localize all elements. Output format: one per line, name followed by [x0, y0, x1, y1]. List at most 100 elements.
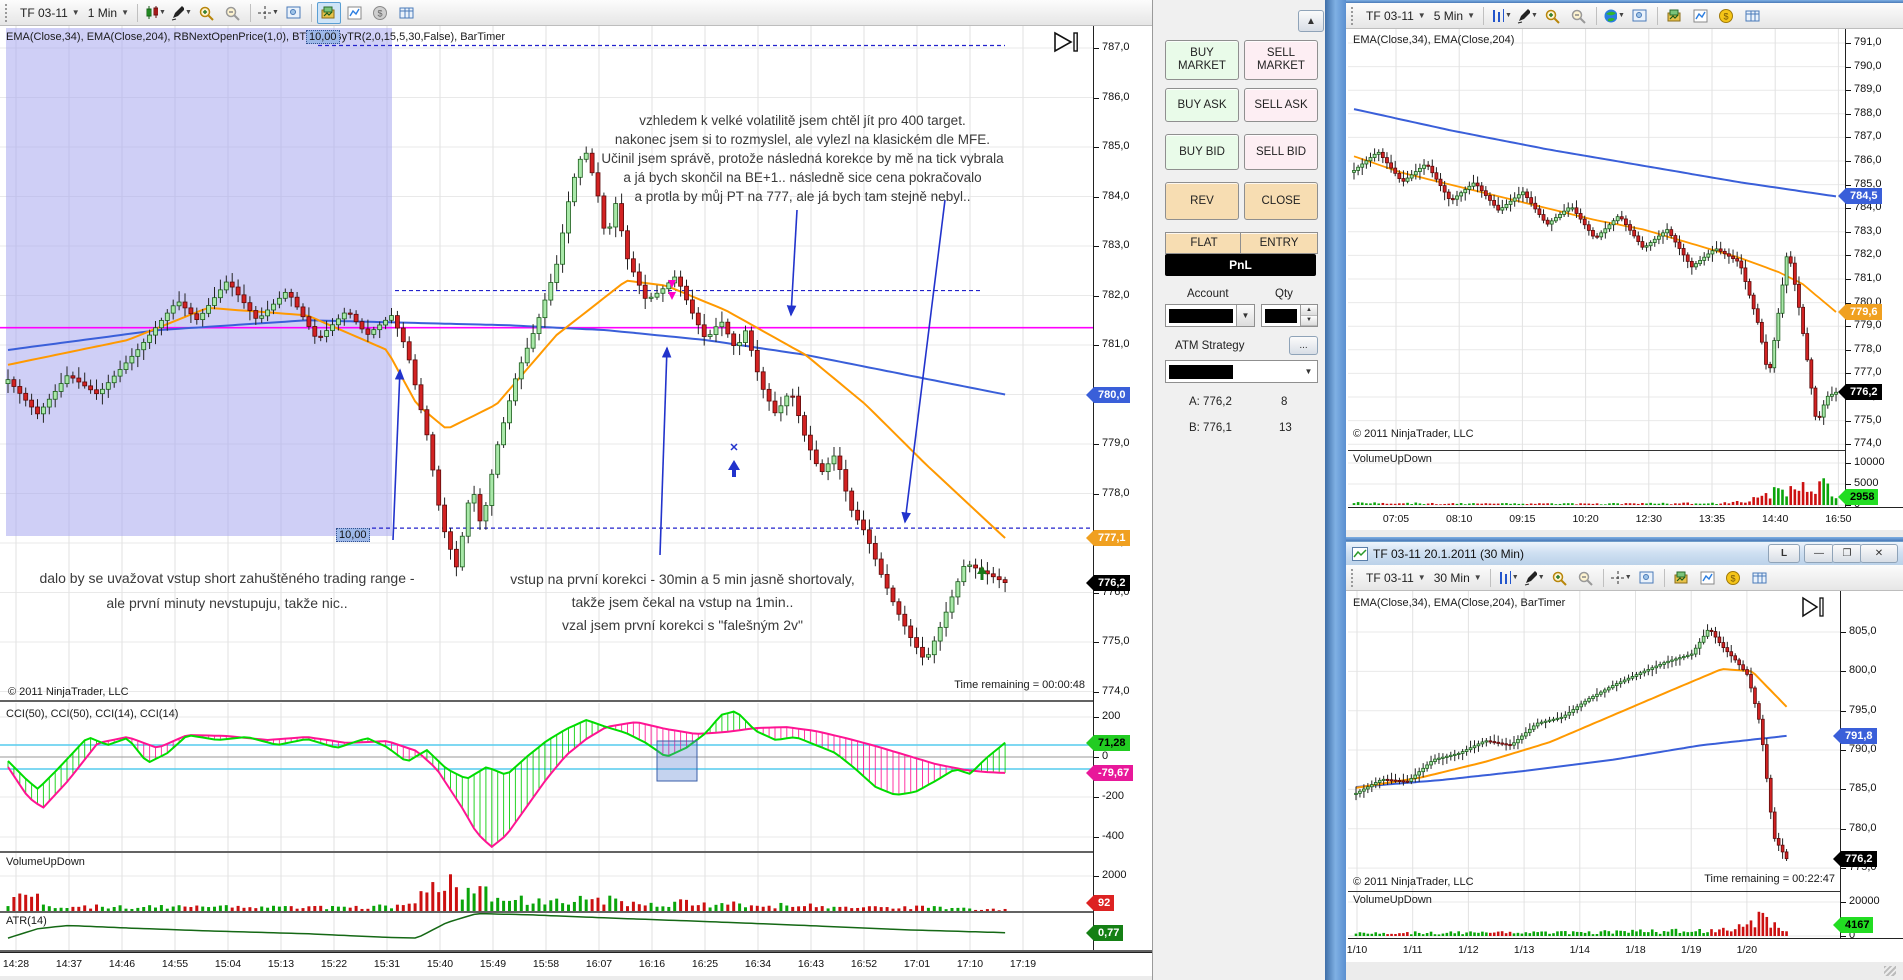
zoom-out-icon[interactable] [1574, 567, 1598, 589]
entry-button[interactable]: ENTRY [1240, 232, 1318, 254]
time-tick: 16:43 [797, 958, 825, 970]
data-grid-icon[interactable] [1741, 5, 1765, 27]
time-tick: 14:40 [1762, 513, 1789, 525]
mini-chart-icon[interactable] [1696, 567, 1720, 589]
time-tick: 16:25 [691, 958, 719, 970]
axis-badge: 784,5 [1838, 188, 1882, 205]
sell-market-button[interactable]: SELL MARKET [1244, 40, 1318, 80]
data-grid-icon[interactable] [395, 2, 419, 24]
range-label-bottom[interactable]: 10,00 [336, 528, 370, 542]
pen-icon[interactable]: ▼ [1522, 567, 1546, 589]
time-tick: 14:37 [55, 958, 83, 970]
restore-button[interactable]: ❐ [1832, 544, 1862, 563]
snapshot-icon[interactable] [1635, 567, 1659, 589]
volume-label: VolumeUpDown [1353, 894, 1432, 906]
snapshot-icon[interactable] [1628, 5, 1652, 27]
toolbar-grip[interactable] [1351, 6, 1357, 25]
svg-text:$: $ [1723, 11, 1728, 21]
interval-selector[interactable]: 30 Min ▼ [1430, 569, 1486, 587]
range-label-top[interactable]: 10,00 [306, 30, 340, 44]
time-tick: 15:22 [320, 958, 348, 970]
close-button[interactable]: CLOSE [1244, 182, 1318, 220]
coin-icon[interactable]: $ [369, 2, 393, 24]
crosshair-icon[interactable]: ▼ [256, 2, 280, 24]
time-tick: 1/19 [1680, 944, 1702, 956]
sell-ask-button[interactable]: SELL ASK [1244, 88, 1318, 122]
chart-trader-icon[interactable] [1663, 5, 1687, 27]
close-window-button[interactable]: ✕ [1860, 544, 1898, 563]
thirty-min-chart[interactable] [1348, 591, 1840, 891]
bar-style-icon[interactable]: ▼ [1489, 5, 1513, 27]
reverse-button[interactable]: REV [1165, 182, 1239, 220]
cci-panel[interactable] [0, 703, 1093, 851]
window-divider[interactable] [1325, 0, 1346, 980]
time-tick: 1/14 [1569, 944, 1591, 956]
time-tick: 1/10 [1346, 944, 1368, 956]
crosshair-icon[interactable]: ▼ [1609, 567, 1633, 589]
annotation-line: nakonec jsem si to rozmyslel, ale vylezl… [614, 132, 991, 147]
time-tick: 14:55 [161, 958, 189, 970]
instrument-selector[interactable]: TF 03-11 ▼ [1362, 569, 1430, 587]
pen-icon[interactable]: ▼ [169, 2, 193, 24]
toolbar-grip[interactable] [5, 3, 11, 22]
zoom-in-icon[interactable] [1541, 5, 1565, 27]
sell-bid-button[interactable]: SELL BID [1244, 134, 1318, 170]
resize-grip[interactable] [1884, 966, 1896, 976]
buy-market-button[interactable]: BUY MARKET [1165, 40, 1239, 80]
buy-bid-button[interactable]: BUY BID [1165, 134, 1239, 170]
window-title: TF 03-11 20.1.2011 (30 Min) [1373, 547, 1524, 561]
price-axis-br: 805,0 800,0 795,0 790,0 785,0 780,0 775,0 791,8… [1833, 591, 1903, 941]
zoom-in-icon[interactable] [195, 2, 219, 24]
zoom-out-icon[interactable] [1567, 5, 1591, 27]
mini-chart-icon[interactable] [1689, 5, 1713, 27]
candle-style-icon[interactable]: ▼ [143, 2, 167, 24]
time-tick: 12:30 [1635, 513, 1662, 525]
coin-gold-icon[interactable]: $ [1722, 567, 1746, 589]
zoom-out-icon[interactable] [221, 2, 245, 24]
annotation-line: Učinil jsem správě, protože následná kor… [601, 151, 1004, 166]
time-tick: 15:13 [267, 958, 295, 970]
annotation-left: dalo by se uvažovat vstup short zahuštěn… [12, 566, 442, 616]
data-grid-icon[interactable] [1748, 567, 1772, 589]
price-axis-tr: 791,0 790,0 789,0 788,0 787,0 786,0 785,0 784,0… [1838, 29, 1903, 510]
atm-strategy-label: ATM Strategy [1175, 340, 1245, 352]
globe-icon[interactable]: ▼ [1602, 5, 1626, 27]
annotation-line: vstup na první korekci - 30min a 5 min j… [510, 571, 855, 587]
flat-button[interactable]: FLAT [1165, 232, 1243, 254]
five-min-chart[interactable] [1348, 29, 1845, 450]
instrument-selector[interactable]: TF 03-11 ▼ [16, 4, 84, 22]
chart-trader-icon[interactable] [316, 1, 341, 24]
svg-text:$: $ [1730, 573, 1735, 583]
volume-panel[interactable] [0, 853, 1093, 911]
snapshot-icon[interactable] [282, 2, 306, 24]
instrument-selector[interactable]: TF 03-11 ▼ [1362, 7, 1430, 25]
buy-ask-button[interactable]: BUY ASK [1165, 88, 1239, 122]
qty-stepper[interactable]: ▲ ▼ [1261, 304, 1318, 327]
interval-selector[interactable]: 1 Min ▼ [84, 4, 133, 22]
zoom-in-icon[interactable] [1548, 567, 1572, 589]
atr-panel[interactable] [0, 913, 1093, 950]
toolbar-grip[interactable] [1351, 568, 1357, 587]
copyright-left: © 2011 NinjaTrader, LLC [8, 686, 129, 698]
account-dropdown[interactable]: ▼ [1165, 304, 1255, 327]
atm-strategy-dropdown[interactable]: ▼ [1165, 360, 1318, 383]
br-window-titlebar[interactable]: TF 03-11 20.1.2011 (30 Min) L — ❐ ✕ [1346, 541, 1903, 566]
collapse-button[interactable]: ▲ [1298, 10, 1324, 32]
left-chart-toolbar: TF 03-11 ▼ 1 Min ▼ ▼ ▼ ▼ $ [0, 0, 1152, 26]
bartimer-icon [1054, 31, 1078, 53]
interval-selector[interactable]: 5 Min ▼ [1430, 7, 1479, 25]
mini-chart-icon[interactable] [343, 2, 367, 24]
svg-text:$: $ [377, 8, 382, 18]
time-tick: 15:58 [532, 958, 560, 970]
pen-icon[interactable]: ▼ [1515, 5, 1539, 27]
annotation-line: a já bych skončil na BE+1.. následně sic… [623, 170, 982, 185]
coin-gold-icon[interactable]: $ [1715, 5, 1739, 27]
annotation-line: vzal jsem první korekci s "falešným 2v" [561, 617, 803, 633]
copyright-tr: © 2011 NinjaTrader, LLC [1353, 428, 1474, 440]
axis-badge: 776,2 [1838, 384, 1882, 401]
link-button[interactable]: L [1768, 544, 1800, 563]
chart-trader-icon[interactable] [1670, 567, 1694, 589]
bar-style-icon[interactable]: ▼ [1496, 567, 1520, 589]
minimize-button[interactable]: — [1804, 544, 1834, 563]
atm-more-button[interactable]: ... [1289, 336, 1318, 355]
